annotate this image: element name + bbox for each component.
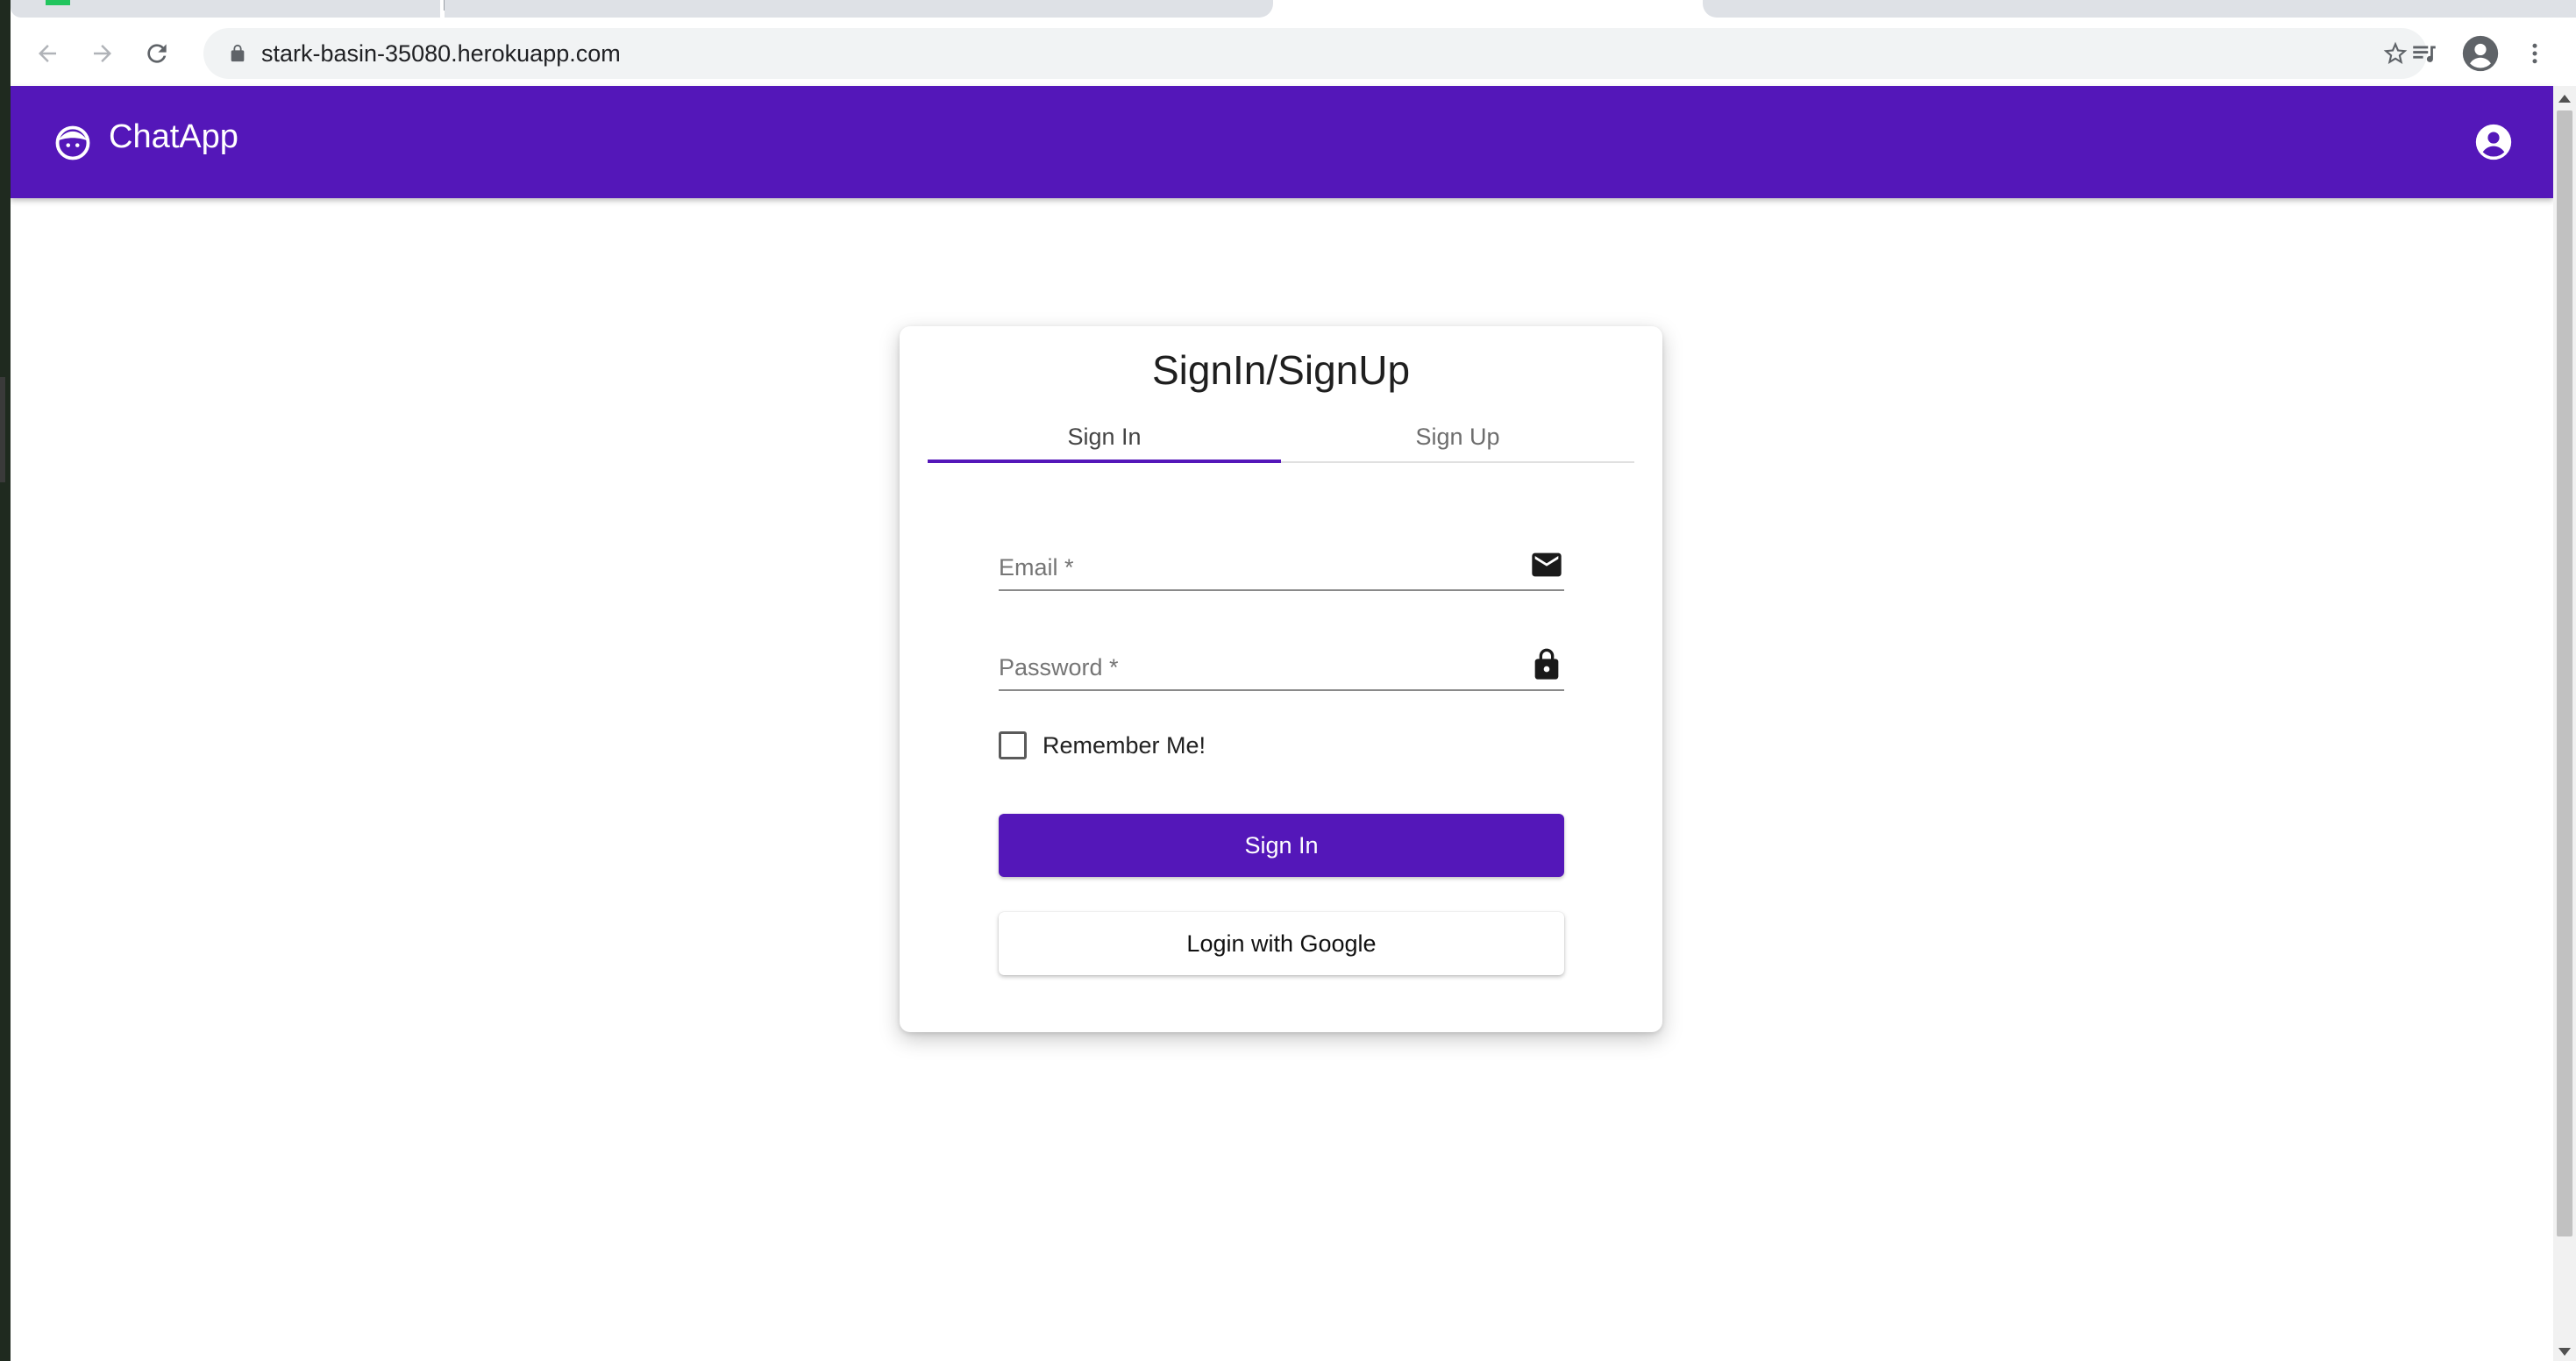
- card-title: SignIn/SignUp: [1151, 347, 1411, 393]
- remember-checkbox[interactable]: [999, 731, 1027, 759]
- browser-tab[interactable]: [865, 0, 1273, 18]
- page-scrollbar[interactable]: [2553, 86, 2576, 1361]
- tab-strip: [11, 0, 2576, 21]
- scroll-thumb[interactable]: [2557, 110, 2572, 1236]
- desktop-edge: [0, 0, 11, 1361]
- face-icon: [55, 125, 90, 160]
- remember-me[interactable]: Remember Me!: [999, 728, 1206, 763]
- arrow-right-icon: [94, 45, 111, 62]
- media-control-button[interactable]: [2402, 32, 2446, 75]
- google-login-button[interactable]: Login with Google: [999, 912, 1564, 975]
- remember-label[interactable]: Remember Me!: [1042, 732, 1206, 759]
- lock-icon: [1534, 648, 1559, 680]
- lock-icon: [231, 44, 245, 62]
- mail-icon: [1532, 552, 1562, 577]
- browser-tab[interactable]: [445, 0, 865, 18]
- playlist-icon: [2413, 46, 2436, 62]
- account-circle-icon[interactable]: [2474, 123, 2513, 161]
- email-field[interactable]: Email *: [999, 530, 1564, 591]
- scroll-up-arrow[interactable]: [2558, 95, 2571, 103]
- app-header: ChatApp: [11, 86, 2553, 198]
- tab-sign-up[interactable]: Sign Up: [1281, 410, 1634, 463]
- email-label: Email *: [999, 554, 1074, 581]
- forward-button[interactable]: [81, 32, 125, 75]
- reload-icon: [147, 44, 167, 63]
- tab-favicon: [46, 0, 70, 5]
- tab-sign-in[interactable]: Sign In: [928, 410, 1281, 463]
- browser-toolbar: stark-basin-35080.herokuapp.com: [11, 21, 2576, 86]
- browser-tab[interactable]: [11, 0, 440, 18]
- browser-tab[interactable]: [1703, 0, 2576, 18]
- password-label: Password *: [999, 654, 1119, 680]
- sign-in-button[interactable]: Sign In: [999, 814, 1564, 877]
- browser-menu-button[interactable]: [2513, 32, 2557, 75]
- auth-tabs: Sign In Sign Up: [928, 410, 1634, 463]
- app-title[interactable]: ChatApp: [109, 116, 238, 158]
- profile-button[interactable]: [2459, 32, 2502, 75]
- reload-button[interactable]: [135, 32, 179, 75]
- back-button[interactable]: [25, 32, 69, 75]
- profile-avatar-icon: [2462, 35, 2499, 72]
- active-tab-indicator: [928, 460, 1281, 463]
- url-text[interactable]: stark-basin-35080.herokuapp.com: [261, 28, 621, 79]
- scroll-down-arrow[interactable]: [2558, 1348, 2571, 1356]
- auth-card: SignIn/SignUp Sign In Sign Up Email * Pa…: [900, 326, 1662, 1032]
- browser-window: stark-basin-35080.herokuapp.com ChatApp: [11, 0, 2576, 1361]
- password-field[interactable]: Password *: [999, 630, 1564, 691]
- arrow-left-icon: [39, 45, 56, 62]
- more-vertical-icon: [2532, 43, 2537, 64]
- address-bar[interactable]: stark-basin-35080.herokuapp.com: [203, 28, 2427, 79]
